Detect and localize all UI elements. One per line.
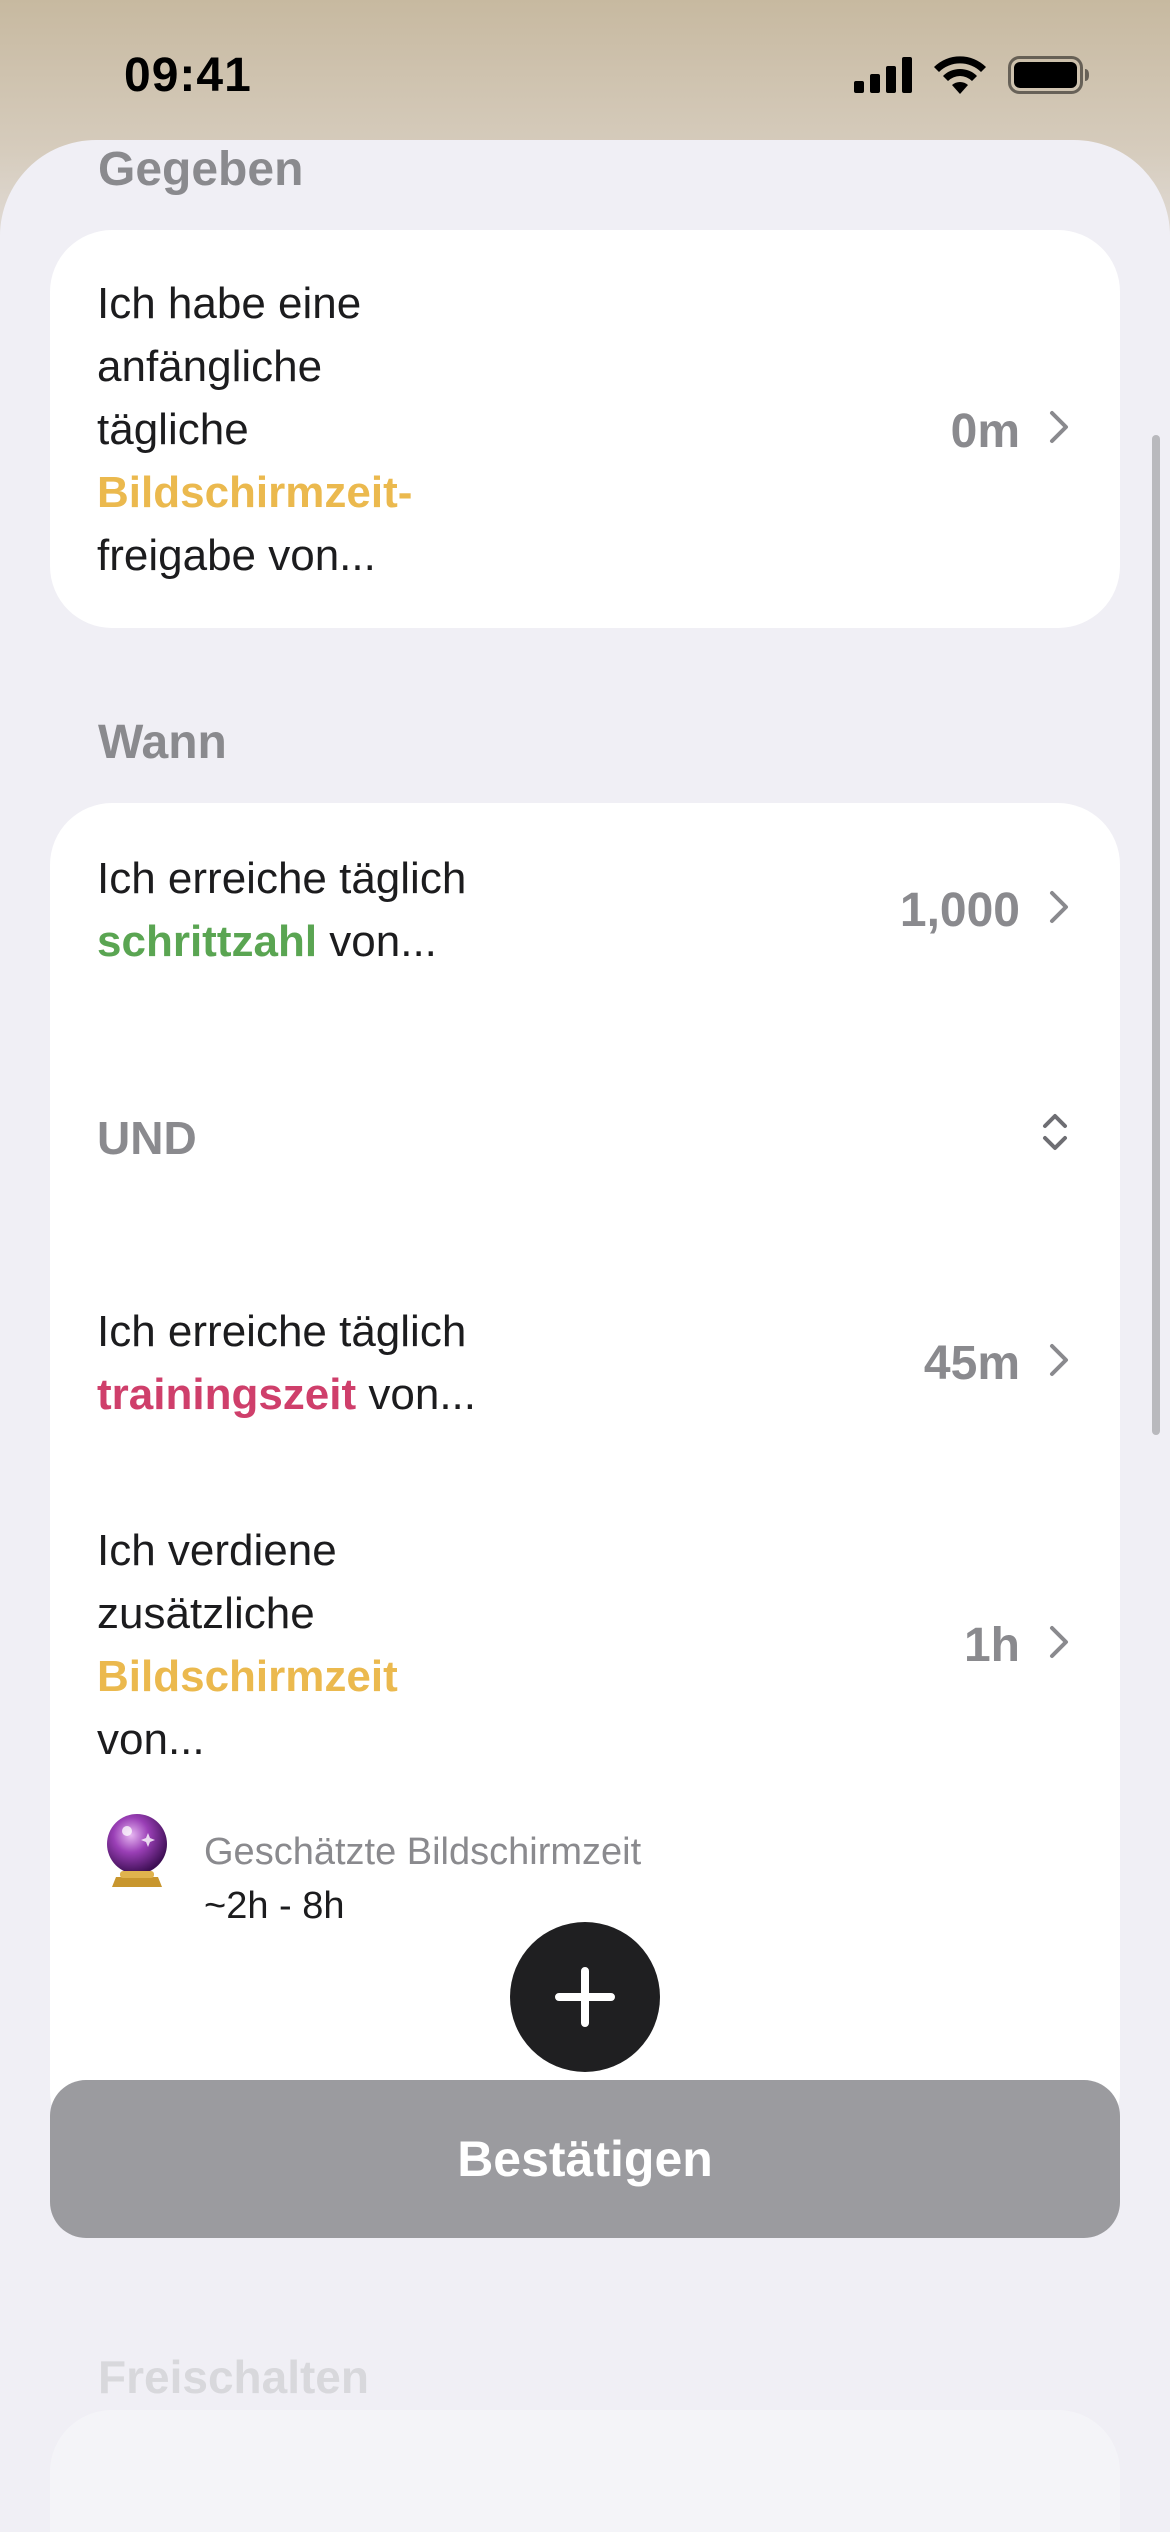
screen-time-highlight: Bildschirmzeit- (97, 468, 413, 517)
wifi-icon (934, 56, 986, 94)
section-title-hidden: Freischalten (98, 2351, 369, 2403)
chevron-right-icon (1050, 1344, 1068, 1376)
logic-operator-label: UND (97, 1112, 197, 1164)
extra-screen-time-highlight: Bildschirmzeit (97, 1652, 398, 1701)
crystal-ball-icon (107, 1814, 167, 1887)
initial-allowance-text: Ich habe eine anfängliche tägliche Bilds… (97, 279, 413, 580)
step-count-highlight: schrittzahl (97, 917, 318, 966)
status-time: 09:41 (124, 49, 252, 102)
hidden-card (50, 2410, 1120, 2532)
plus-icon (555, 1967, 615, 2027)
training-time-value: 45m (923, 1337, 1020, 1390)
scroll-indicator[interactable] (1152, 435, 1160, 1435)
section-title-when: Wann (98, 716, 227, 769)
chevron-up-down-icon (1043, 1114, 1067, 1150)
chevron-right-icon (1050, 411, 1068, 443)
confirm-button[interactable]: Bestätigen (50, 2080, 1120, 2238)
estimate-value: ~2h - 8h (204, 1885, 345, 1927)
initial-allowance-value: 0m (950, 405, 1020, 458)
add-condition-button[interactable] (510, 1922, 660, 2072)
chevron-right-icon (1050, 891, 1068, 923)
chevron-right-icon (1050, 1626, 1068, 1658)
cellular-signal-icon (854, 57, 912, 93)
status-bar: 09:41 (0, 0, 1170, 140)
step-count-value: 1,000 (899, 884, 1020, 937)
training-time-highlight: trainingszeit (97, 1370, 357, 1419)
status-icons (854, 56, 1090, 94)
estimate-label: Geschätzte Bildschirmzeit (204, 1831, 642, 1873)
section-title-given: Gegeben (98, 143, 304, 196)
extra-screen-time-value: 1h (963, 1619, 1020, 1672)
initial-screen-time-card[interactable]: Ich habe eine anfängliche tägliche Bilds… (50, 230, 1120, 628)
battery-icon (1008, 56, 1089, 94)
